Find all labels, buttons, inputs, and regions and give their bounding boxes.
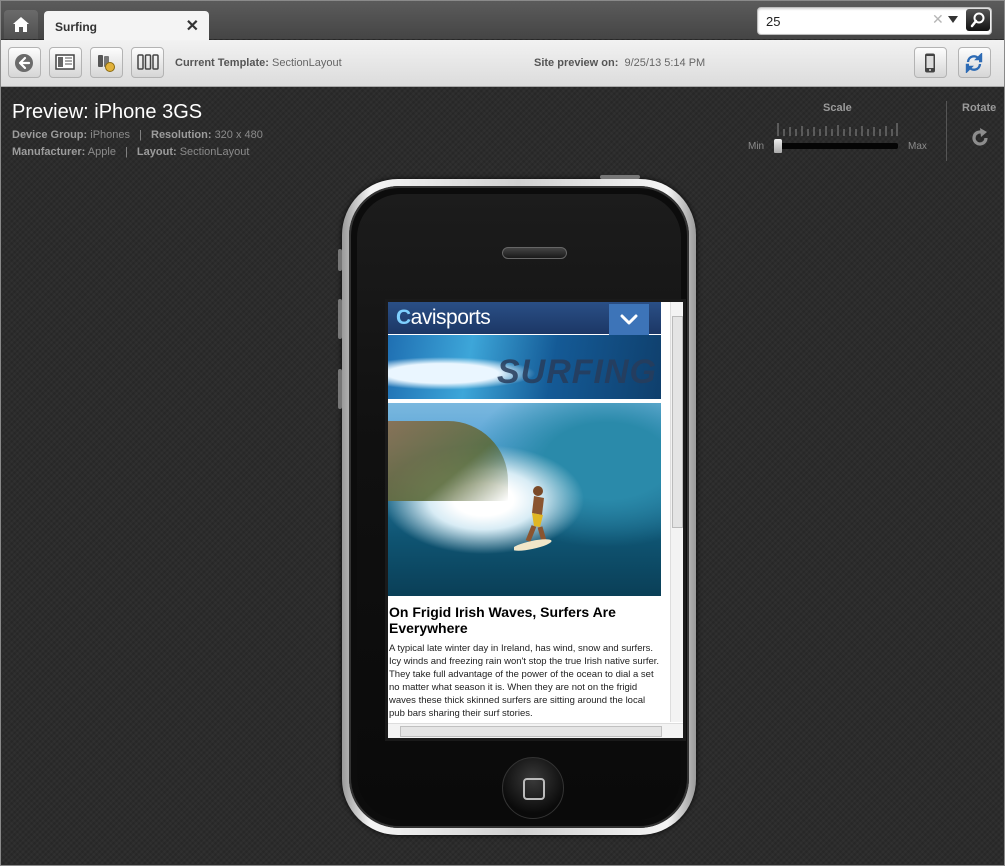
chevron-down-icon <box>620 314 638 325</box>
power-button <box>600 175 640 179</box>
back-arrow-icon <box>15 54 33 72</box>
menu-dropdown-button[interactable] <box>609 304 649 338</box>
hero-cliff <box>388 421 508 501</box>
device-meta-line-1: Device Group: iPhones | Resolution: 320 … <box>12 129 263 141</box>
article-title[interactable]: On Frigid Irish Waves, Surfers Are Every… <box>389 604 659 636</box>
hero-image[interactable] <box>388 403 661 596</box>
avisports-logo[interactable]: Cavisports <box>396 306 491 330</box>
phone-screen: Cavisports SURFING On Frigid Irish Waves… <box>385 299 686 741</box>
phone-icon <box>925 53 935 73</box>
search-box: ✕ <box>757 7 992 35</box>
device-meta-line-2: Manufacturer: Apple | Layout: SectionLay… <box>12 146 250 158</box>
phone-bezel: Cavisports SURFING On Frigid Irish Waves… <box>349 186 689 828</box>
search-icon <box>970 12 985 28</box>
back-button[interactable] <box>8 47 41 78</box>
home-icon <box>13 17 29 32</box>
site-preview-date: Site preview on: 9/25/13 5:14 PM <box>534 57 706 69</box>
search-button[interactable] <box>966 9 990 31</box>
scrollbar-thumb[interactable] <box>672 316 683 528</box>
surfer-figure <box>514 486 552 551</box>
home-key-icon <box>523 778 545 800</box>
close-icon[interactable]: ✕ <box>186 16 199 36</box>
screen-vertical-scrollbar[interactable] <box>670 302 683 722</box>
screen-horizontal-scrollbar[interactable] <box>388 723 683 738</box>
banner-text: SURFING <box>497 353 657 391</box>
layout-icon <box>55 54 75 70</box>
layout-button[interactable] <box>49 47 82 78</box>
scale-max-label: Max <box>908 141 927 152</box>
home-key[interactable] <box>502 757 564 819</box>
rotate-label: Rotate <box>962 102 997 114</box>
volume-up-button <box>338 299 342 339</box>
device-group-icon <box>98 55 115 72</box>
toolbar: Current Template: SectionLayout Site pre… <box>1 40 1004 87</box>
home-button[interactable] <box>4 10 38 39</box>
article-body: A typical late winter day in Ireland, ha… <box>389 643 660 719</box>
single-device-button[interactable] <box>914 47 947 78</box>
refresh-button[interactable] <box>958 47 991 78</box>
tab-label: Surfing <box>55 20 97 34</box>
volume-down-button <box>338 369 342 409</box>
current-template: Current Template: SectionLayout <box>175 57 342 69</box>
surfing-banner: SURFING <box>388 335 661 399</box>
preview-title: Preview: iPhone 3GS <box>12 101 203 123</box>
iphone-device-frame: Cavisports SURFING On Frigid Irish Waves… <box>338 175 696 835</box>
clear-icon[interactable]: ✕ <box>932 11 944 28</box>
search-input[interactable] <box>764 11 928 31</box>
scale-min-label: Min <box>748 141 765 152</box>
site-header: Cavisports <box>388 302 661 338</box>
scale-slider-handle[interactable] <box>774 139 782 153</box>
speaker-grille <box>502 247 567 259</box>
tab-bar: Surfing ✕ ✕ <box>1 1 1004 40</box>
scrollbar-thumb[interactable] <box>400 726 662 737</box>
device-group-button[interactable] <box>90 47 123 78</box>
multi-device-button[interactable] <box>131 47 164 78</box>
phone-face: Cavisports SURFING On Frigid Irish Waves… <box>357 194 686 820</box>
refresh-icon <box>965 53 983 73</box>
chevron-down-icon[interactable] <box>948 16 958 23</box>
scale-slider-track[interactable] <box>777 143 898 149</box>
divider <box>946 101 947 161</box>
tab-surfing[interactable]: Surfing ✕ <box>44 11 209 40</box>
scale-ticks <box>777 123 898 136</box>
multi-device-icon <box>137 54 159 70</box>
mute-switch <box>338 249 342 271</box>
app-frame: Surfing ✕ ✕ <box>0 0 1005 866</box>
rotate-icon[interactable] <box>969 127 991 149</box>
scale-label: Scale <box>823 102 852 114</box>
